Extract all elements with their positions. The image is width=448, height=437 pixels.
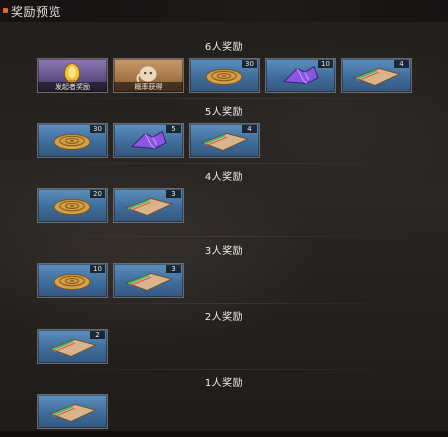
reward-slot-coin[interactable]: 10 xyxy=(37,263,108,298)
item-count-badge: 4 xyxy=(242,125,257,133)
item-count-badge: 30 xyxy=(90,125,105,133)
tier-1-label: 1人奖励 xyxy=(204,378,244,389)
bottom-border xyxy=(0,431,448,437)
item-count-badge: 3 xyxy=(166,190,181,198)
item-count-badge: 2 xyxy=(90,331,105,339)
reward-caption: 概率获得 xyxy=(114,82,183,92)
reward-slot-crystal[interactable]: 10 xyxy=(265,58,336,93)
reward-slot-crystal[interactable]: 5 xyxy=(113,123,184,158)
title-bar: 奖励预览 xyxy=(0,0,448,22)
tier-3-label: 3人奖励 xyxy=(204,246,244,257)
panel-title: 奖励预览 xyxy=(11,5,62,19)
reward-slot-scroll[interactable]: 4 xyxy=(189,123,260,158)
tier-divider xyxy=(40,236,410,237)
reward-slot-scroll[interactable]: 4 xyxy=(341,58,412,93)
item-count-badge: 30 xyxy=(242,60,257,68)
reward-slot-scroll[interactable] xyxy=(37,394,108,429)
item-count-badge: 5 xyxy=(166,125,181,133)
tier-divider xyxy=(40,98,410,99)
tier-4-label: 4人奖励 xyxy=(204,172,244,183)
item-count-badge: 10 xyxy=(318,60,333,68)
item-count-badge: 4 xyxy=(394,60,409,68)
reward-slot-probability[interactable]: 概率获得 xyxy=(113,58,184,93)
item-count-badge: 3 xyxy=(166,265,181,273)
reward-slot-coin[interactable]: 30 xyxy=(189,58,260,93)
reward-slot-scroll[interactable]: 3 xyxy=(113,188,184,223)
tier-divider xyxy=(40,303,410,304)
tier-6-label: 6人奖励 xyxy=(204,42,244,53)
reward-caption: 发起者奖励 xyxy=(38,82,107,92)
reward-slot-scroll[interactable]: 2 xyxy=(37,329,108,364)
item-count-badge: 10 xyxy=(90,265,105,273)
reward-preview-panel: 奖励预览 6人奖励 发起者奖励 概率获得 30 10 4 5人奖励 30 5 4… xyxy=(0,0,448,437)
tier-5-label: 5人奖励 xyxy=(204,107,244,118)
reward-slot-initiator[interactable]: 发起者奖励 xyxy=(37,58,108,93)
reward-slot-coin[interactable]: 20 xyxy=(37,188,108,223)
tier-divider xyxy=(40,163,410,164)
tier-divider xyxy=(40,369,410,370)
reward-slot-scroll[interactable]: 3 xyxy=(113,263,184,298)
tier-2-label: 2人奖励 xyxy=(204,312,244,323)
reward-slot-coin[interactable]: 30 xyxy=(37,123,108,158)
scroll-book-icon xyxy=(48,403,97,422)
title-bullet-icon xyxy=(3,8,8,13)
item-count-badge: 20 xyxy=(90,190,105,198)
